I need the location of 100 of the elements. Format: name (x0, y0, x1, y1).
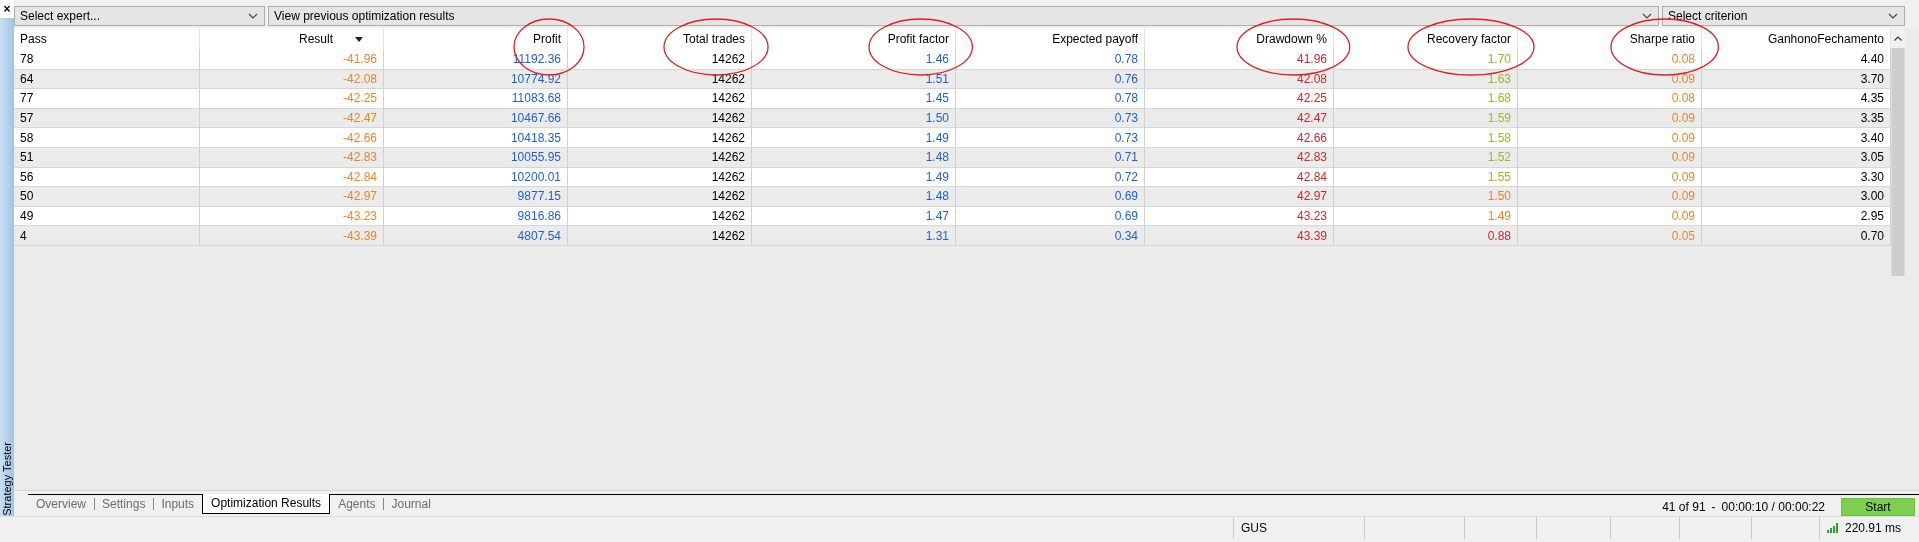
table-cell: 1.51 (752, 69, 956, 89)
criterion-dropdown[interactable]: Select criterion (1662, 6, 1905, 26)
table-cell: 1.31 (752, 226, 956, 245)
table-cell: 0.69 (956, 206, 1145, 226)
table-cell: 1.52 (1334, 147, 1518, 167)
table-cell: 58 (14, 128, 200, 147)
tab[interactable]: Overview (28, 494, 94, 513)
table-cell: 0.08 (1518, 89, 1702, 108)
tab[interactable]: Journal (383, 494, 439, 513)
table-cell: 51 (14, 147, 200, 167)
table-cell: 0.05 (1518, 226, 1702, 245)
panel-title: Strategy Tester (1, 442, 13, 518)
table-cell: 42.66 (1145, 128, 1334, 147)
table-cell: 50 (14, 187, 200, 206)
table-cell: 0.09 (1518, 167, 1702, 187)
table-cell: 11083.68 (384, 89, 568, 108)
table-cell: 1.47 (752, 206, 956, 226)
table-cell: 0.78 (956, 50, 1145, 69)
table-cell: 1.59 (1334, 108, 1518, 128)
table-cell: 0.09 (1518, 187, 1702, 206)
table-cell: 57 (14, 108, 200, 128)
table-cell: -42.08 (200, 69, 384, 89)
table-cell: 0.88 (1334, 226, 1518, 245)
tab[interactable]: Optimization Results (202, 494, 331, 514)
table-cell: 10467.66 (384, 108, 568, 128)
chevron-down-icon (1888, 13, 1898, 19)
chevron-down-icon (248, 13, 258, 19)
table-cell: 1.58 (1334, 128, 1518, 147)
scroll-up-icon (1894, 35, 1902, 41)
ping-time: 220.91 ms (1845, 521, 1902, 535)
close-button[interactable]: × (0, 0, 14, 18)
table-cell: 1.48 (752, 187, 956, 206)
table-cell: 14262 (568, 147, 752, 167)
table-cell: 0.09 (1518, 108, 1702, 128)
table-cell: 0.73 (956, 128, 1145, 147)
table-cell: -43.39 (200, 226, 384, 245)
pass-count: 41 of 91 (1662, 499, 1706, 514)
tab[interactable]: Settings (94, 494, 154, 513)
table-cell: -42.84 (200, 167, 384, 187)
table-cell: 42.08 (1145, 69, 1334, 89)
table-cell: -41.96 (200, 50, 384, 69)
table-cell: 42.83 (1145, 147, 1334, 167)
table-cell: 10200.01 (384, 167, 568, 187)
table-cell: 14262 (568, 128, 752, 147)
table-cell: 1.50 (1334, 187, 1518, 206)
table-cell: 42.47 (1145, 108, 1334, 128)
expert-dropdown[interactable]: Select expert... (14, 6, 265, 26)
elapsed-time: 00:00:10 / 00:00:22 (1721, 499, 1825, 514)
table-cell: 1.63 (1334, 69, 1518, 89)
table-cell: 10418.35 (384, 128, 568, 147)
table-cell: 77 (14, 89, 200, 108)
table-cell: 64 (14, 69, 200, 89)
table-cell: 14262 (568, 206, 752, 226)
table-cell: 0.76 (956, 69, 1145, 89)
table-cell: -42.83 (200, 147, 384, 167)
table-cell: 0.09 (1518, 147, 1702, 167)
table-cell: 1.70 (1334, 50, 1518, 69)
table-cell: 42.25 (1145, 89, 1334, 108)
table-cell: 4 (14, 226, 200, 245)
table-cell: 14262 (568, 167, 752, 187)
table-cell: 1.49 (1334, 206, 1518, 226)
table-cell: -42.47 (200, 108, 384, 128)
table-cell: 41.96 (1145, 50, 1334, 69)
table-cell: 0.34 (956, 226, 1145, 245)
table-cell: 0.69 (956, 187, 1145, 206)
table-cell: 14262 (568, 89, 752, 108)
table-cell: 1.50 (752, 108, 956, 128)
signal-icon (1827, 523, 1839, 533)
table-cell: 0.09 (1518, 206, 1702, 226)
table-cell: 1.45 (752, 89, 956, 108)
separator-text: - (1711, 499, 1716, 514)
chevron-down-icon (1642, 13, 1652, 19)
table-cell: -42.25 (200, 89, 384, 108)
table-cell: 1.55 (1334, 167, 1518, 187)
table-cell: 0.71 (956, 147, 1145, 167)
table-cell: -43.23 (200, 206, 384, 226)
table-cell: 49 (14, 206, 200, 226)
table-cell: 1.48 (752, 147, 956, 167)
table-cell: 0.73 (956, 108, 1145, 128)
table-cell: 43.39 (1145, 226, 1334, 245)
table-cell: 14262 (568, 187, 752, 206)
table-cell: 0.09 (1518, 128, 1702, 147)
results-dropdown[interactable]: View previous optimization results (268, 6, 1659, 26)
start-button[interactable]: Start (1841, 497, 1915, 516)
table-cell: 1.49 (752, 128, 956, 147)
table-cell: 0.72 (956, 167, 1145, 187)
scrollbar[interactable] (1891, 28, 1905, 276)
table-cell: 9877.15 (384, 187, 568, 206)
table-cell: 78 (14, 50, 200, 69)
table-cell: -42.66 (200, 128, 384, 147)
tab[interactable]: Agents (330, 494, 384, 513)
table-cell: 42.84 (1145, 167, 1334, 187)
table-cell: 14262 (568, 108, 752, 128)
table-cell: 14262 (568, 226, 752, 245)
table-cell: 10774.92 (384, 69, 568, 89)
table-cell: 0.78 (956, 89, 1145, 108)
table-cell: 1.46 (752, 50, 956, 69)
table-cell: 4807.54 (384, 226, 568, 245)
table-cell: -42.97 (200, 187, 384, 206)
table-cell: 42.97 (1145, 187, 1334, 206)
